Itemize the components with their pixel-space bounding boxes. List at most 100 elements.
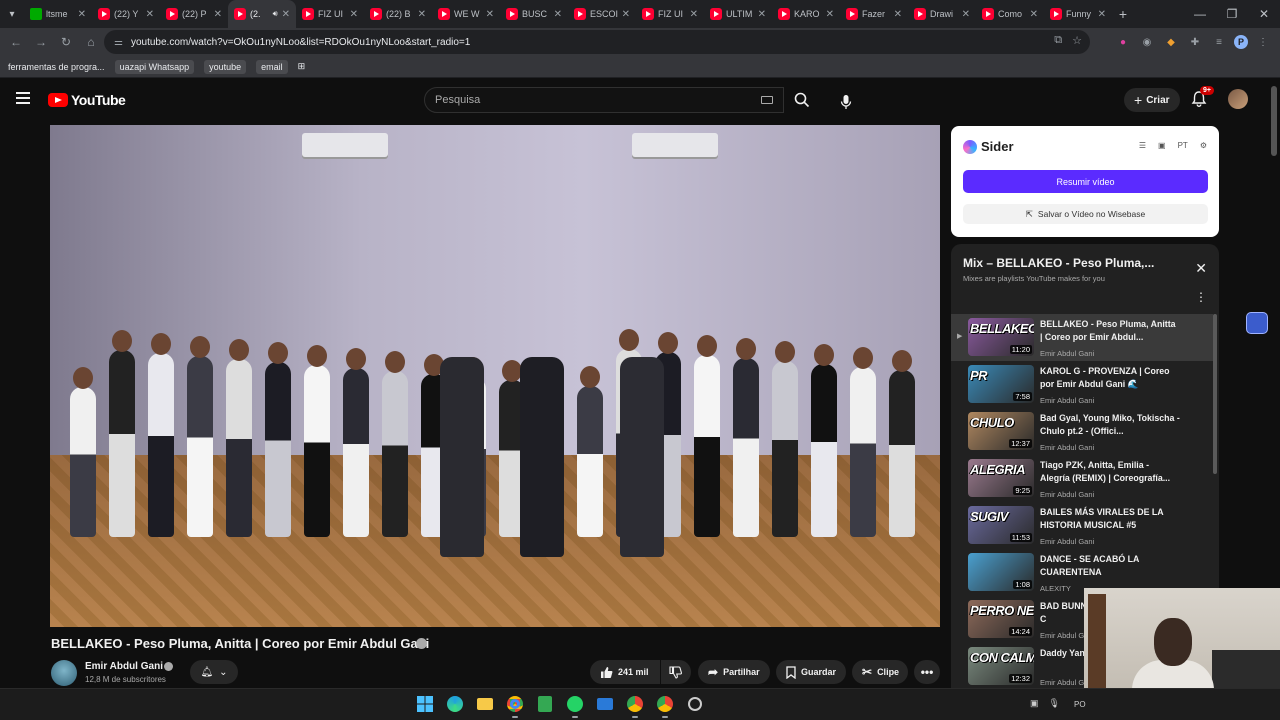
save-to-wisebase-button[interactable]: ⇱ Salvar o Vídeo no Wisebase [963,204,1208,224]
tab-close-icon[interactable]: ✕ [962,9,970,20]
browser-tab[interactable]: Como ✕ [976,0,1044,28]
keyboard-icon[interactable] [761,96,773,104]
browser-tab[interactable]: ltsme ✕ [24,0,92,28]
new-tab-button[interactable]: + [1112,6,1134,22]
home-icon[interactable]: ⌂ [79,30,103,54]
tab-close-icon[interactable]: ✕ [282,9,290,20]
tab-close-icon[interactable]: ✕ [622,9,630,20]
tab-close-icon[interactable]: ✕ [78,9,86,20]
tab-search-icon[interactable]: ▾ [0,0,24,28]
tab-close-icon[interactable]: ✕ [758,9,766,20]
microphone-tray-icon[interactable]: 🎙︎ [1049,698,1060,709]
file-explorer-icon[interactable] [474,693,496,715]
browser-tab[interactable]: WE W ✕ [432,0,500,28]
playlist-item-title[interactable]: DANCE - SE ACABÓ LA CUARENTENA [1040,553,1180,578]
forward-icon[interactable]: → [29,30,53,54]
browser-tab[interactable]: (22) P ✕ [160,0,228,28]
video-player[interactable] [50,125,940,627]
spreadsheet-app-icon[interactable] [534,693,556,715]
tab-close-icon[interactable]: ✕ [894,9,902,20]
browser-tab[interactable]: Funny ✕ [1044,0,1112,28]
extension-camera-icon[interactable]: ◉ [1138,33,1156,51]
bookmark-star-icon[interactable]: ☆ [1072,34,1082,47]
whatsapp-icon[interactable] [564,693,586,718]
video-thumbnail[interactable]: PERRO NEGRO 14:24 [968,600,1034,638]
playlist-item[interactable]: ▶ BELLAKEO 11:20 BELLAKEO - Peso Pluma, Ani… [951,314,1213,361]
app-settings-icon[interactable] [684,693,706,715]
browser-tab[interactable]: FIZ UI ✕ [296,0,364,28]
settings-icon[interactable]: ⚙ [1200,141,1207,150]
profile-avatar[interactable]: P [1234,35,1248,49]
language-selector[interactable]: PT [1178,141,1188,150]
browser-tab[interactable]: (22) Y ✕ [92,0,160,28]
close-icon[interactable]: ✕ [1195,260,1207,277]
tab-close-icon[interactable]: ✕ [690,9,698,20]
tab-close-icon[interactable]: ✕ [826,9,834,20]
scrollbar-thumb[interactable] [1271,86,1277,156]
bookmark-item[interactable]: youtube [204,59,247,74]
address-bar[interactable]: ⚌ youtube.com/watch?v=OkOu1nyNLoo&list=R… [104,30,1090,54]
playlist-item[interactable]: ALEGRIA 9:25 Tiago PZK, Anitta, Emilia - A… [951,455,1213,502]
subscription-notification-button[interactable]: 🔔︎ ⌄ [190,660,238,684]
bookmark-item[interactable]: uazapi Whatsapp [114,59,195,74]
playlist-item[interactable]: SUGIV 11:53 BAILES MÁS VIRALES DE LA HISTO… [951,502,1213,549]
playlist-item[interactable]: PR 7:58 KAROL G - PROVENZA | Coreo por Emi… [951,361,1213,408]
playlist-item-title[interactable]: KAROL G - PROVENZA | Coreo por Emir Abdu… [1040,365,1180,390]
video-thumbnail[interactable]: ALEGRIA 9:25 [968,459,1034,497]
like-button[interactable]: 241 mil [590,660,660,684]
browser-tab[interactable]: (22) B ✕ [364,0,432,28]
open-in-app-icon[interactable]: ⧉ [1054,34,1062,47]
video-thumbnail[interactable]: CHULO 12:37 [968,412,1034,450]
more-actions-button[interactable]: ••• [914,660,940,684]
summarize-video-button[interactable]: Resumir vídeo [963,170,1208,193]
create-button[interactable]: + Criar [1124,88,1180,112]
search-button[interactable] [784,87,820,113]
video-thumbnail[interactable]: SUGIV 11:53 [968,506,1034,544]
chrome-second-profile-icon[interactable] [654,693,676,718]
channel-avatar[interactable] [51,660,77,686]
search-input[interactable]: Pesquisa [424,87,784,113]
browser-tab[interactable]: KARO ✕ [772,0,840,28]
playlist-item-title[interactable]: Tiago PZK, Anitta, Emilia - Alegría (REM… [1040,459,1180,484]
restore-icon[interactable]: ❐ [1216,0,1248,28]
playlist-scrollbar[interactable] [1213,314,1217,474]
extensions-puzzle-icon[interactable]: ✚ [1186,33,1204,51]
tab-close-icon[interactable]: ✕ [1098,9,1106,20]
playlist-item-title[interactable]: Bad Gyal, Young Miko, Tokischa - Chulo p… [1040,412,1180,437]
browser-tab[interactable]: (2. 🔊︎ ✕ [228,0,296,28]
site-info-icon[interactable]: ⚌ [114,37,123,48]
browser-tab[interactable]: ULTIM ✕ [704,0,772,28]
account-avatar[interactable] [1228,89,1248,109]
extension-orange-icon[interactable]: ◆ [1162,33,1180,51]
browser-tab[interactable]: ESCOI ✕ [568,0,636,28]
youtube-logo[interactable]: YouTube [48,92,126,108]
clip-button[interactable]: ✂ Clipe [852,660,908,684]
tab-close-icon[interactable]: ✕ [146,9,154,20]
video-thumbnail[interactable]: 1:08 [968,553,1034,591]
edge-browser-icon[interactable] [444,693,466,715]
reading-list-icon[interactable]: ≡ [1210,33,1228,51]
browser-tab[interactable]: FIZ UI ✕ [636,0,704,28]
floating-extension-icon[interactable] [1246,312,1268,334]
windows-start-icon[interactable] [414,693,436,715]
video-thumbnail[interactable]: CON CALMA 12:32 [968,647,1034,685]
playlist-item-title[interactable]: BELLAKEO - Peso Pluma, Anitta | Coreo po… [1040,318,1180,343]
grid-view-icon[interactable]: ▣ [1158,141,1166,150]
voice-search-button[interactable] [832,88,860,116]
video-thumbnail[interactable]: BELLAKEO 11:20 [968,318,1034,356]
channel-name[interactable]: Emir Abdul Gani [85,661,163,672]
back-icon[interactable]: ← [4,30,28,54]
apps-grid-icon[interactable]: ⊞ [298,61,306,72]
reload-icon[interactable]: ↻ [54,30,78,54]
bookmark-item[interactable]: ferramentas de progra... [8,62,105,72]
tab-close-icon[interactable]: ✕ [214,9,222,20]
browser-tab[interactable]: BUSC ✕ [500,0,568,28]
minimize-icon[interactable]: — [1184,0,1216,28]
tab-close-icon[interactable]: ✕ [1030,9,1038,20]
tab-close-icon[interactable]: ✕ [486,9,494,20]
chrome-icon[interactable] [504,693,526,718]
browser-tab[interactable]: Drawi ✕ [908,0,976,28]
browser-tab[interactable]: Fazer ✕ [840,0,908,28]
chrome-profile-icon[interactable] [624,693,646,718]
extension-pink-icon[interactable]: ● [1114,33,1132,51]
